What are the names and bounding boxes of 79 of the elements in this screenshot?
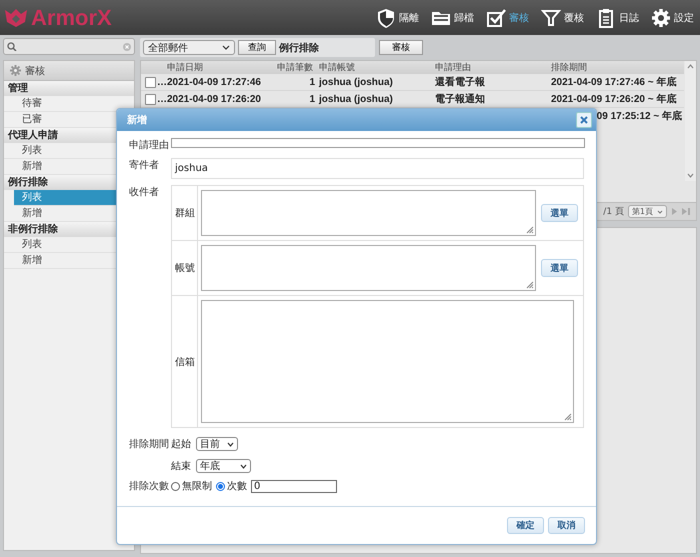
column-header: 申請帳號 <box>319 62 356 74</box>
input-field[interactable]: 0 <box>251 480 337 492</box>
mail-filter-dropdown[interactable]: 全部郵件 <box>143 40 235 55</box>
field-label: 排除次數 <box>129 480 170 493</box>
resize-grip-icon <box>564 413 572 421</box>
chevron-down-icon <box>657 210 663 214</box>
next-page-icon <box>671 208 678 215</box>
field-label: 排除期間 <box>129 438 170 451</box>
settings-icon <box>651 8 671 28</box>
field-label: 信箱 <box>175 356 195 368</box>
chevron-down-icon <box>227 442 234 446</box>
confirm-button[interactable]: 確定 <box>507 516 544 534</box>
last-page-icon <box>682 208 690 215</box>
column-header: 申請日期 <box>167 62 204 74</box>
gear-icon <box>10 65 21 76</box>
nav-tab[interactable]: 隔離 <box>376 8 419 28</box>
table-cell: … <box>157 76 167 88</box>
resize-grip-icon <box>526 281 534 289</box>
field-label: 結束 <box>171 460 191 473</box>
text-area[interactable] <box>201 300 574 423</box>
nav-tab[interactable]: 覆核 <box>541 8 584 28</box>
row-checkbox[interactable] <box>145 94 156 104</box>
radio-option[interactable]: 無限制 <box>171 479 212 493</box>
table-cell-text: 2021-04-09 17:26:20 ~ 年底 <box>551 92 678 106</box>
menu-button[interactable]: 選單 <box>541 259 578 277</box>
text-area[interactable] <box>201 245 536 291</box>
checkbox-icon <box>486 8 506 28</box>
logo-icon <box>4 8 28 28</box>
table-cell: … <box>157 94 167 104</box>
search-icon <box>7 42 17 51</box>
close-button[interactable] <box>576 112 592 128</box>
table-cell-text: 2021-04-09 17:27:46 <box>167 76 262 88</box>
text-area[interactable] <box>201 190 536 236</box>
field-label: 起始 <box>171 438 191 451</box>
section-title: 例行排除 <box>279 42 319 54</box>
table-cell-text: 2021-04-09 17:27:46 ~ 年底 <box>551 75 678 89</box>
nav-tab[interactable]: 歸檔 <box>431 8 474 28</box>
nav-tab[interactable]: 設定 <box>651 8 694 28</box>
funnel-icon <box>541 8 561 28</box>
resize-grip-icon <box>526 226 534 234</box>
shield-icon <box>376 8 396 28</box>
clipboard-icon <box>596 8 616 28</box>
table-cell-text: 2021-04-09 17:26:20 <box>167 94 262 104</box>
input-field[interactable] <box>171 138 585 148</box>
column-header: 排除期間 <box>551 62 588 74</box>
input-field[interactable]: joshua <box>171 158 584 179</box>
dropdown[interactable]: 目前 <box>196 437 238 451</box>
table-cell-text: joshua (joshua) <box>319 94 394 104</box>
sidebar-title: 審核 <box>25 64 45 78</box>
chevron-down-icon <box>222 45 230 50</box>
clear-icon <box>123 42 131 50</box>
query-button[interactable]: 查詢 <box>238 40 276 55</box>
chevron-down-icon <box>240 464 247 468</box>
field-label: 群組 <box>175 207 195 220</box>
table-cell-text: 還看電子報 <box>435 76 486 89</box>
close-icon <box>580 116 588 124</box>
field-label: 帳號 <box>175 262 195 275</box>
page-count: /1 頁 <box>603 206 624 218</box>
table-cell-text: joshua (joshua) <box>319 76 394 88</box>
column-header: 申請理由 <box>435 62 472 74</box>
nav-tab[interactable]: 審核 <box>486 8 529 28</box>
nav-tab[interactable]: 日誌 <box>596 8 639 28</box>
dropdown[interactable]: 年底 <box>196 459 251 473</box>
page-dropdown[interactable]: 第1頁 <box>628 205 667 218</box>
scroll-down-icon <box>687 173 694 178</box>
table-cell-text: 電子報通知 <box>435 92 486 106</box>
sidebar-group: 管理 <box>4 81 134 96</box>
row-checkbox[interactable] <box>145 76 156 88</box>
radio-option[interactable]: 次數 <box>216 479 247 493</box>
search-field[interactable] <box>3 38 135 55</box>
scroll-up-icon <box>687 64 694 69</box>
menu-button[interactable]: 選單 <box>541 204 578 222</box>
column-header: 申請筆數 <box>277 62 314 74</box>
table-cell: 09 17:25:12 ~ 年底 <box>596 109 682 123</box>
logo-text: ArmorX <box>31 4 112 30</box>
review-button[interactable]: 審核 <box>379 40 423 55</box>
table-cell-text: 1 <box>308 94 316 104</box>
cancel-button[interactable]: 取消 <box>548 516 585 534</box>
table-cell-text: 1 <box>308 76 316 88</box>
